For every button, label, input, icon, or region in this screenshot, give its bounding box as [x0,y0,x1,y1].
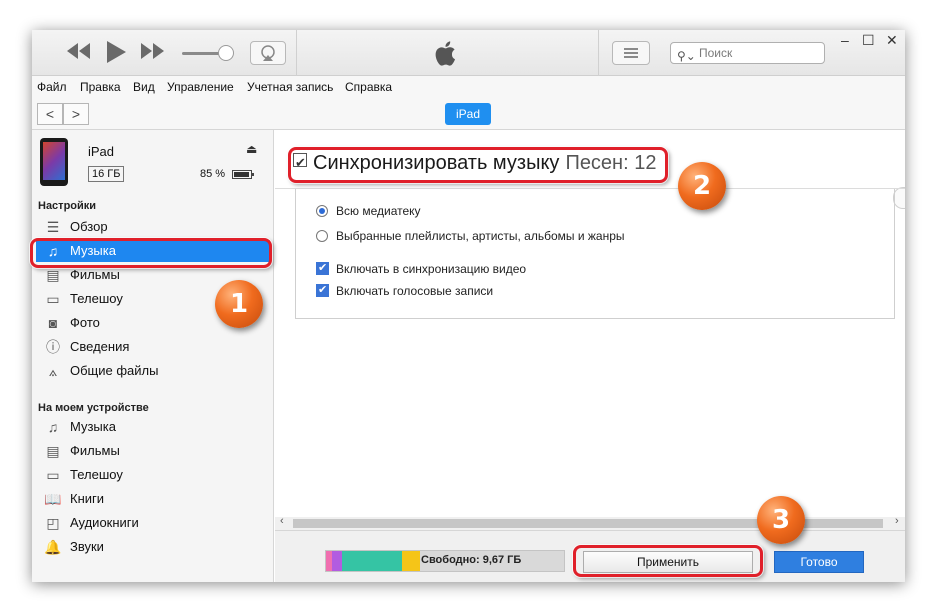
settings-header: Настройки [38,200,97,212]
sidebar-item-label: Аудиокниги [70,515,139,530]
music-settings-panel: Синхронизировать музыкуПесен: 12 Всю мед… [275,130,905,530]
eject-icon[interactable]: ⏏ [246,142,257,156]
device-capacity: 16 ГБ [88,166,125,182]
toolbar-divider [598,30,599,76]
back-button[interactable]: < [37,103,63,125]
device-image [40,138,68,186]
storage-bar: Свободно: 9,67 ГБ [325,550,565,572]
sidebar-item-label: Книги [70,491,105,506]
maximize-icon[interactable]: ☐ [862,32,875,49]
scroll-right-icon[interactable]: › [895,515,899,527]
sidebar-item-device-audiobooks[interactable]: ◰ Аудиокниги [36,512,270,534]
sidebar-item-device-books[interactable]: 📖 Книги [36,488,270,510]
highlight-music-item [30,238,272,268]
menu-help[interactable]: Справка [345,80,392,94]
storage-segment [332,551,342,571]
forward-button[interactable]: > [63,103,89,125]
search-placeholder: Поиск [699,46,733,60]
horizontal-scrollbar[interactable]: ‹ › [275,515,905,530]
navigation-row: < > iPad [32,98,905,130]
step-badge-2: 2 [678,162,726,210]
include-video-checkbox[interactable] [316,260,329,276]
airplay-button[interactable] [250,41,286,65]
entire-library-radio[interactable] [316,205,328,217]
sidebar-item-label: Общие файлы [70,363,159,378]
sidebar-item-label: Обзор [70,219,108,234]
info-icon: ⓘ [46,339,60,355]
highlight-sync-header [288,147,668,183]
tv-icon: ▭ [46,291,60,307]
apple-logo-icon [432,38,462,68]
device-name: iPad [88,144,115,159]
option-label: Включать голосовые записи [336,284,494,298]
step-badge-1: 1 [215,280,263,328]
battery-icon [232,170,254,179]
sidebar-item-device-tv[interactable]: ▭ Телешоу [36,464,270,486]
sidebar-item-summary[interactable]: ☰ Обзор [36,216,270,238]
minimize-icon[interactable]: – [841,32,849,48]
sidebar-item-info[interactable]: ⓘ Сведения [36,336,270,358]
volume-knob[interactable] [218,45,234,61]
menu-file[interactable]: Файл [37,80,67,94]
sidebar-item-file-sharing[interactable]: ⟑ Общие файлы [36,360,270,382]
sidebar-item-device-movies[interactable]: ▤ Фильмы [36,440,270,462]
done-button[interactable]: Готово [774,551,864,573]
sidebar-item-label: Телешоу [70,467,123,482]
step-badge-3: 3 [757,496,805,544]
highlight-apply-button [573,545,763,577]
menu-account[interactable]: Учетная запись [247,80,333,94]
tv-icon: ▭ [46,467,60,483]
music-icon: ♫ [47,419,59,435]
audiobook-icon: ◰ [46,515,60,531]
sidebar-item-label: Фильмы [70,443,120,458]
rewind-icon[interactable] [66,40,92,66]
option-label: Выбранные плейлисты, артисты, альбомы и … [336,229,625,243]
menu-controls[interactable]: Управление [167,80,234,94]
apps-icon: ⟑ [48,363,58,379]
sidebar-item-device-tones[interactable]: 🔔 Звуки [36,536,270,558]
free-space-label: Свободно: 9,67 ГБ [421,554,522,566]
summary-icon: ☰ [46,219,60,235]
sidebar-item-label: Телешоу [70,291,123,306]
fast-forward-icon[interactable] [139,40,165,66]
search-icon: ⚲⌄ [677,49,696,63]
close-icon[interactable]: ✕ [886,32,898,49]
film-icon: ▤ [46,443,60,459]
bell-icon: 🔔 [44,539,62,555]
list-view-button[interactable] [612,41,650,65]
option-label: Включать в синхронизацию видео [336,262,527,276]
sidebar-item-label: Музыка [70,419,116,434]
device-tab[interactable]: iPad [445,103,491,125]
selected-items-radio[interactable] [316,230,328,242]
option-label: Всю медиатеку [336,204,421,218]
sidebar-item-label: Звуки [70,539,104,554]
scroll-left-icon[interactable]: ‹ [280,515,284,527]
storage-segment [402,551,420,571]
include-voice-checkbox[interactable] [316,282,329,298]
player-toolbar: ⚲⌄ Поиск – ☐ ✕ [32,30,905,76]
sidebar-item-device-music[interactable]: ♫ Музыка [36,416,270,438]
on-device-header: На моем устройстве [38,402,149,414]
menu-view[interactable]: Вид [133,80,155,94]
sidebar: iPad ⏏ 16 ГБ 85 % Настройки ☰ Обзор ♫ Му… [32,130,274,582]
menu-edit[interactable]: Правка [80,80,121,94]
camera-icon: ◙ [48,315,58,331]
sidebar-item-label: Сведения [70,339,130,354]
search-input[interactable]: ⚲⌄ Поиск [670,42,825,64]
menu-bar: Файл Правка Вид Управление Учетная запис… [32,76,905,98]
play-icon[interactable] [105,40,127,70]
storage-segment [342,551,402,571]
battery-percent: 85 % [200,168,226,180]
sidebar-item-label: Фото [70,315,100,330]
sync-options-box: Всю медиатеку Выбранные плейлисты, артис… [295,189,895,319]
toolbar-divider [296,30,297,76]
book-icon: 📖 [44,491,62,507]
